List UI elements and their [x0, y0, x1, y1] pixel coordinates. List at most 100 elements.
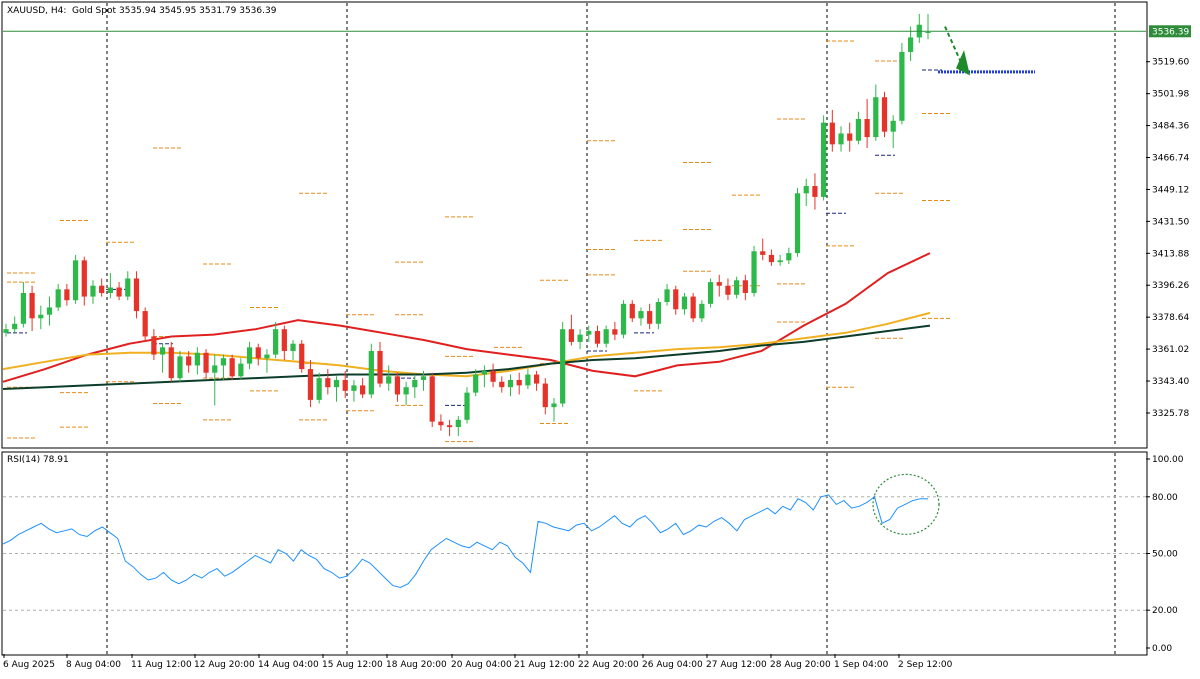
candle-body	[220, 358, 227, 366]
candle-body	[664, 289, 670, 303]
candle-body	[20, 292, 27, 324]
time-tick-label: 27 Aug 12:00	[706, 660, 767, 670]
candle-body	[647, 311, 653, 324]
candle-body	[116, 287, 122, 297]
candle-body	[786, 253, 792, 261]
candle-body	[881, 97, 888, 132]
candle-body	[812, 186, 818, 197]
candle-body	[38, 314, 44, 319]
price-tick-label: 3378.64	[1152, 313, 1189, 323]
candle-body	[333, 379, 340, 388]
candle-body	[264, 354, 270, 359]
candle-body	[716, 282, 722, 286]
candle-body	[794, 193, 801, 254]
candle-body	[760, 251, 766, 255]
candle-body	[203, 352, 209, 373]
candle-body	[290, 343, 296, 351]
candle-body	[3, 329, 9, 333]
candle-body	[368, 350, 374, 395]
price-tick-label: 3449.12	[1152, 185, 1189, 195]
time-tick-label: 6 Aug 2025	[3, 660, 55, 670]
candle-body	[151, 336, 157, 355]
candle-body	[360, 385, 366, 395]
chart-header-ohlc: 3535.94 3545.95 3531.79 3536.39	[119, 6, 277, 16]
candle-body	[64, 289, 70, 301]
candle-body	[455, 419, 461, 428]
candle-body	[533, 374, 540, 384]
time-tick-label: 15 Aug 12:00	[322, 660, 383, 670]
candle-body	[638, 311, 644, 319]
candle-body	[125, 278, 131, 297]
candle-body	[629, 303, 635, 319]
candle-body	[72, 260, 79, 301]
candle-body	[99, 285, 105, 293]
time-tick-label: 11 Aug 12:00	[131, 660, 192, 670]
candle-body	[342, 379, 348, 391]
candle-body	[829, 122, 835, 145]
candle-body	[238, 363, 244, 377]
time-tick-label: 21 Aug 12:00	[514, 660, 575, 670]
candle-body	[90, 285, 96, 297]
candle-body	[751, 251, 757, 293]
price-tick-label: 3519.60	[1152, 58, 1189, 68]
price-tick-label: 3466.74	[1152, 154, 1189, 164]
rsi-tick-label: 20.00	[1152, 606, 1178, 616]
price-tick-label: 3325.78	[1152, 409, 1189, 419]
candle-body	[890, 120, 896, 132]
candle-body	[542, 383, 548, 408]
candle-body	[768, 254, 775, 263]
candle-body	[551, 403, 557, 408]
candle-body	[725, 285, 731, 295]
candle-body	[168, 347, 174, 379]
candle-body	[212, 365, 218, 373]
candle-body	[29, 292, 35, 319]
time-tick-label: 2 Sep 12:00	[898, 660, 953, 670]
candle-body	[55, 289, 61, 308]
candle-body	[394, 376, 401, 395]
candle-body	[899, 51, 905, 121]
candle-body	[186, 356, 192, 366]
candle-body	[603, 329, 609, 344]
chart-header-description: Gold Spot	[72, 6, 116, 16]
candle-body	[699, 303, 705, 319]
candle-body	[325, 378, 331, 388]
candle-body	[142, 311, 148, 337]
candle-body	[194, 352, 200, 366]
candle-body	[377, 350, 383, 384]
candle-body	[177, 356, 183, 379]
price-tick-label: 3361.02	[1152, 345, 1189, 355]
candle-body	[777, 260, 783, 263]
candle-body	[464, 392, 470, 420]
candle-body	[507, 379, 514, 388]
rsi-tick-label: 80.00	[1152, 493, 1178, 503]
candle-body	[473, 374, 479, 393]
time-tick-label: 12 Aug 20:00	[194, 660, 255, 670]
candle-body	[499, 381, 505, 388]
price-tick-label: 3343.40	[1152, 377, 1189, 387]
candle-body	[734, 280, 740, 295]
time-tick-label: 1 Sep 04:00	[834, 660, 889, 670]
candle-body	[481, 370, 488, 375]
candle-body	[855, 118, 862, 141]
current-price-label: 3536.39	[1152, 27, 1189, 37]
rsi-tick-label: 100.00	[1152, 455, 1184, 465]
candle-body	[560, 329, 566, 404]
time-tick-label: 20 Aug 04:00	[451, 660, 512, 670]
candle-body	[386, 376, 392, 384]
candle-body	[446, 425, 453, 428]
time-tick-label: 26 Aug 04:00	[642, 660, 703, 670]
candle-body	[655, 302, 661, 324]
time-tick-label: 22 Aug 20:00	[578, 660, 639, 670]
candle-body	[107, 287, 113, 293]
candle-body	[594, 331, 601, 344]
candle-body	[673, 289, 679, 310]
candle-body	[438, 421, 444, 426]
candle-body	[516, 379, 522, 386]
candle-body	[307, 369, 314, 400]
candle-body	[351, 385, 357, 391]
candle-body	[821, 122, 827, 197]
candle-body	[81, 260, 87, 297]
candle-body	[907, 37, 914, 52]
candle-body	[229, 358, 235, 377]
candle-body	[612, 329, 618, 335]
